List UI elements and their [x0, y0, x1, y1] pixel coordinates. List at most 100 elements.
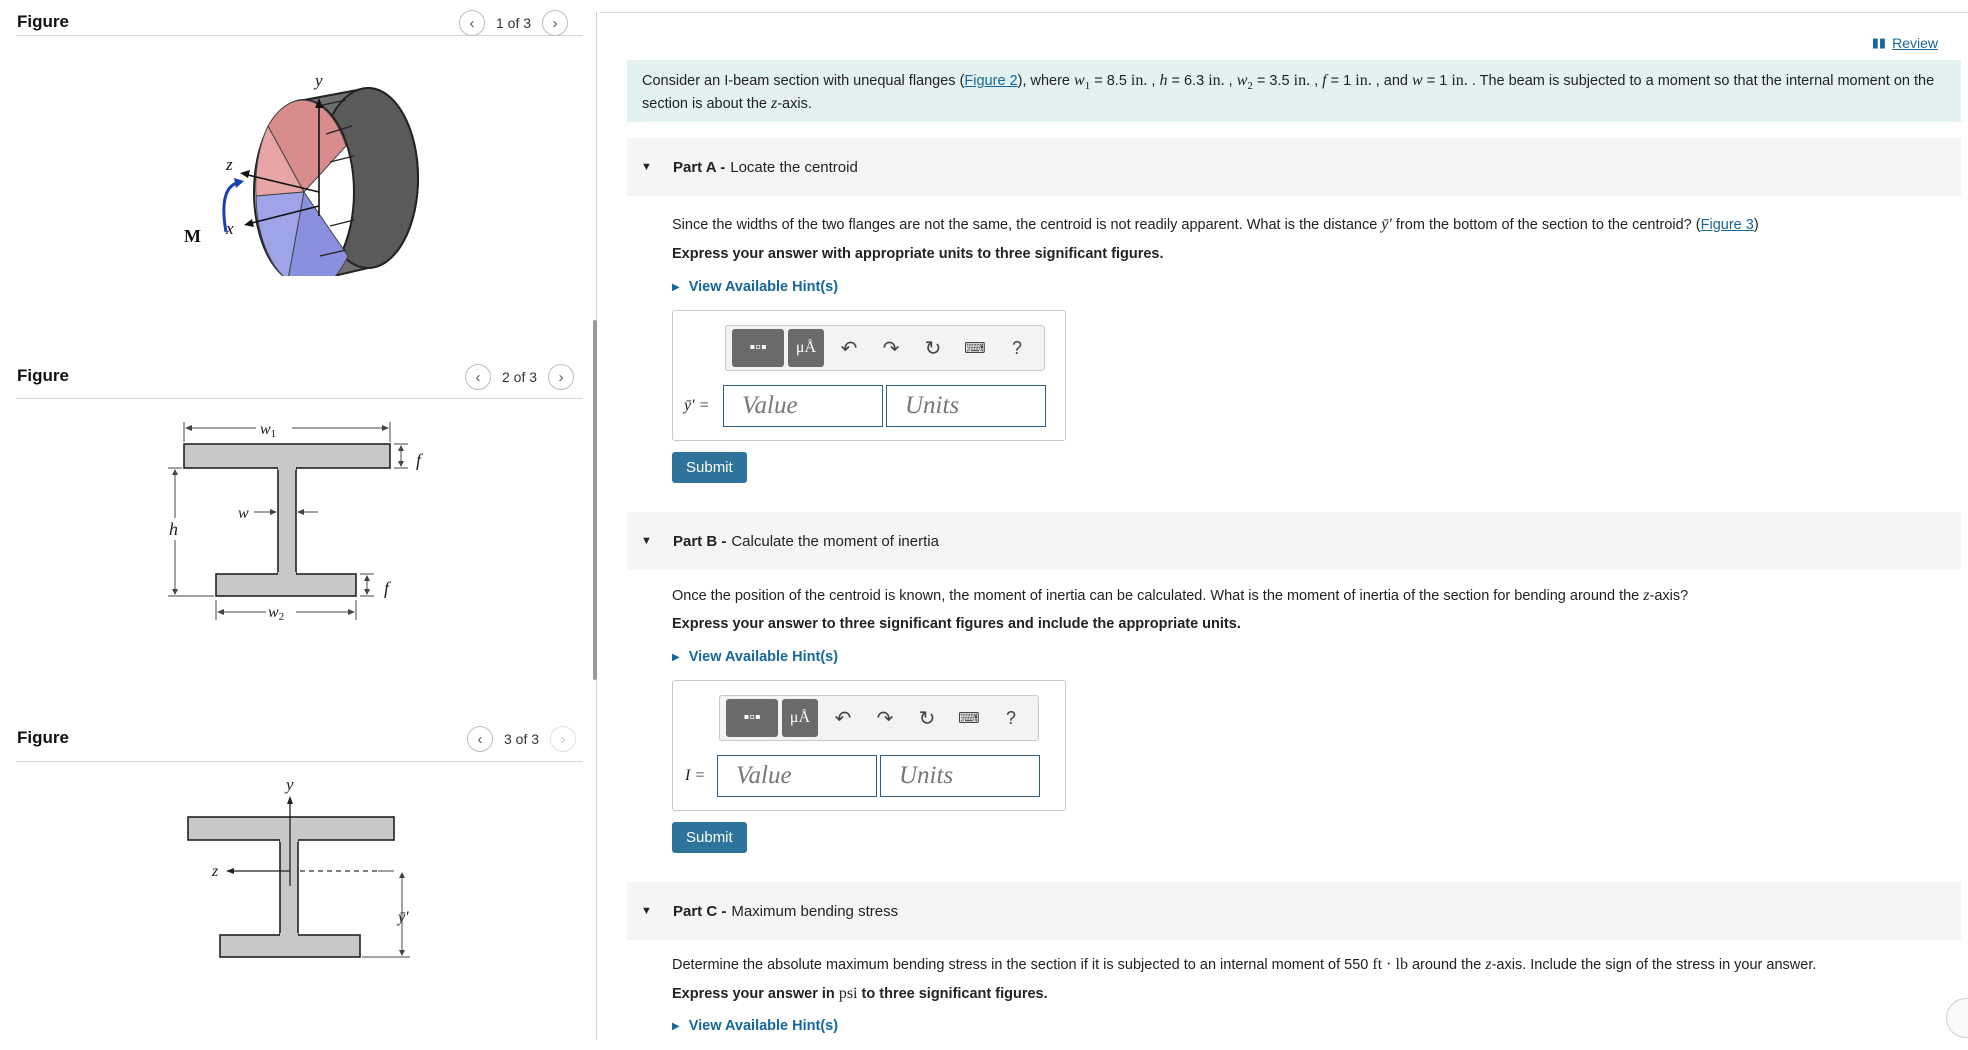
- part-a-toolbar: ▪▫▪ μÅ ↶ ↷ ↻ ⌨ ?: [725, 325, 1045, 371]
- keyboard-button[interactable]: ⌨: [948, 699, 990, 737]
- part-c-question: Determine the absolute maximum bending s…: [672, 956, 1817, 973]
- chevron-right-icon: ›: [560, 730, 566, 748]
- figure-1-moment-label: M: [184, 226, 201, 246]
- part-a-label: Part A -: [673, 158, 726, 176]
- undo-icon: ↶: [840, 337, 858, 360]
- caret-right-icon: ▶: [672, 1020, 680, 1032]
- part-b-submit-button[interactable]: Submit: [672, 822, 747, 853]
- part-a-units-input[interactable]: Units: [886, 385, 1046, 427]
- figure-3-centroid-diagram: y z ȳ′: [187, 776, 410, 958]
- figure-3: Figure ‹ 3 of 3 › y z ȳ′: [16, 716, 583, 958]
- templates-button[interactable]: ▪▫▪: [732, 329, 784, 367]
- floating-help-widget[interactable]: [1946, 998, 1968, 1038]
- caret-down-icon: ▼: [641, 161, 652, 173]
- chevron-left-icon: ‹: [469, 14, 475, 32]
- figure-3-next-button[interactable]: ›: [550, 726, 577, 752]
- part-c-hint-toggle[interactable]: ▶ View Available Hint(s): [672, 1018, 838, 1034]
- review-link[interactable]: ▮▮ Review: [1872, 35, 1938, 51]
- undo-button[interactable]: ↶: [822, 699, 864, 737]
- part-a-hint-toggle[interactable]: ▶ View Available Hint(s): [672, 279, 838, 295]
- part-a-variable: ȳ′ =: [684, 397, 710, 414]
- figure-3-title: Figure: [17, 728, 69, 747]
- part-c-instruction: Express your answer in psi to three sign…: [672, 985, 1048, 1002]
- redo-icon: ↷: [882, 337, 900, 360]
- figure-panel: Figure ‹ 1 of 3 › y z x M Figure ‹ 2 of …: [0, 0, 596, 1050]
- figure-3-nav: ‹ 3 of 3 ›: [467, 726, 577, 752]
- review-label: Review: [1892, 35, 1938, 51]
- figure-2-link[interactable]: Figure 2: [964, 73, 1017, 89]
- units-button[interactable]: μÅ: [788, 329, 824, 367]
- keyboard-icon: ⌨: [958, 710, 980, 727]
- templates-button[interactable]: ▪▫▪: [726, 699, 778, 737]
- figure-3-counter: 3 of 3: [504, 731, 540, 747]
- part-b-hint-label: View Available Hint(s): [688, 649, 839, 665]
- part-b-instruction: Express your answer to three significant…: [672, 616, 1241, 632]
- figure-2-prev-button[interactable]: ‹: [465, 364, 491, 390]
- caret-right-icon: ▶: [672, 651, 680, 663]
- part-b-title: Calculate the moment of inertia: [731, 532, 939, 550]
- part-a-hint-label: View Available Hint(s): [688, 279, 839, 295]
- part-b-variable: I =: [685, 767, 706, 784]
- figure-3-z-label: z: [211, 863, 219, 880]
- figure-2-f-top-label: f: [416, 450, 424, 470]
- part-a-value-input[interactable]: Value: [723, 385, 883, 427]
- part-b-header[interactable]: ▼ Part B - Calculate the moment of inert…: [627, 512, 1961, 570]
- part-a-header[interactable]: ▼ Part A - Locate the centroid: [627, 138, 1961, 196]
- reset-icon: ↻: [918, 707, 936, 730]
- figure-2-counter: 2 of 3: [502, 369, 538, 385]
- part-b-hint-toggle[interactable]: ▶ View Available Hint(s): [672, 649, 838, 665]
- templates-icon: ▪▫▪: [743, 709, 761, 726]
- part-b-toolbar: ▪▫▪ μÅ ↶ ↷ ↻ ⌨ ?: [719, 695, 1039, 741]
- part-a-submit-button[interactable]: Submit: [672, 452, 747, 483]
- part-b-question: Once the position of the centroid is kno…: [672, 587, 1689, 604]
- figure-3-y-label: y: [284, 776, 294, 794]
- figure-3-ybar-label: ȳ′: [396, 909, 409, 926]
- reset-button[interactable]: ↻: [912, 329, 954, 367]
- figure-1-counter: 1 of 3: [496, 15, 532, 31]
- figure-2-header: Figure ‹ 2 of 3 ›: [16, 354, 583, 399]
- redo-icon: ↷: [876, 707, 894, 730]
- redo-button[interactable]: ↷: [864, 699, 906, 737]
- figure-2-next-button[interactable]: ›: [548, 364, 575, 390]
- undo-button[interactable]: ↶: [828, 329, 870, 367]
- figure-2-h-label: h: [169, 519, 178, 539]
- chevron-right-icon: ›: [558, 368, 564, 386]
- caret-down-icon: ▼: [641, 905, 652, 917]
- figure-1-next-button[interactable]: ›: [542, 10, 569, 36]
- undo-icon: ↶: [834, 707, 852, 730]
- figure-2-f-bottom-label: f: [384, 578, 392, 598]
- figure-2-w2-label: w2: [268, 604, 284, 623]
- part-b-units-input[interactable]: Units: [880, 755, 1040, 797]
- part-b-value-input[interactable]: Value: [717, 755, 877, 797]
- figure-1-prev-button[interactable]: ‹: [459, 10, 485, 36]
- figure-3-prev-button[interactable]: ‹: [467, 726, 493, 752]
- units-button[interactable]: μÅ: [782, 699, 818, 737]
- figure-1-y-label: y: [313, 71, 323, 90]
- chevron-left-icon: ‹: [475, 368, 481, 386]
- figure-1: Figure ‹ 1 of 3 › y z x M: [16, 0, 583, 276]
- figure-2-ibeam-diagram: w1 f h w f w2: [168, 421, 424, 623]
- part-a-answer-box: ▪▫▪ μÅ ↶ ↷ ↻ ⌨ ? ȳ′ = Value Units: [672, 310, 1066, 441]
- part-b-label: Part B -: [673, 532, 727, 550]
- keyboard-icon: ⌨: [964, 340, 986, 357]
- part-b-answer-box: ▪▫▪ μÅ ↶ ↷ ↻ ⌨ ? I = Value Units: [672, 680, 1066, 811]
- help-button[interactable]: ?: [996, 329, 1038, 367]
- part-c-header[interactable]: ▼ Part C - Maximum bending stress: [627, 882, 1961, 940]
- redo-button[interactable]: ↷: [870, 329, 912, 367]
- reset-icon: ↻: [924, 337, 942, 360]
- book-icon: ▮▮: [1871, 35, 1887, 50]
- figure-3-link[interactable]: Figure 3: [1701, 217, 1754, 233]
- help-button[interactable]: ?: [990, 699, 1032, 737]
- reset-button[interactable]: ↻: [906, 699, 948, 737]
- templates-icon: ▪▫▪: [749, 339, 767, 356]
- figure-3-header: Figure ‹ 3 of 3 ›: [16, 716, 583, 762]
- chevron-left-icon: ‹: [477, 730, 483, 748]
- figure-2-w-label: w: [238, 505, 249, 522]
- part-a-question: Since the widths of the two flanges are …: [672, 216, 1759, 233]
- figure-panel-scrollbar[interactable]: [593, 320, 597, 680]
- figure-2-w1-label: w1: [260, 421, 276, 440]
- keyboard-button[interactable]: ⌨: [954, 329, 996, 367]
- caret-right-icon: ▶: [672, 281, 680, 293]
- figure-1-nav: ‹ 1 of 3 ›: [459, 10, 569, 36]
- figure-2: Figure ‹ 2 of 3 › w1 f h w f w2: [16, 354, 583, 623]
